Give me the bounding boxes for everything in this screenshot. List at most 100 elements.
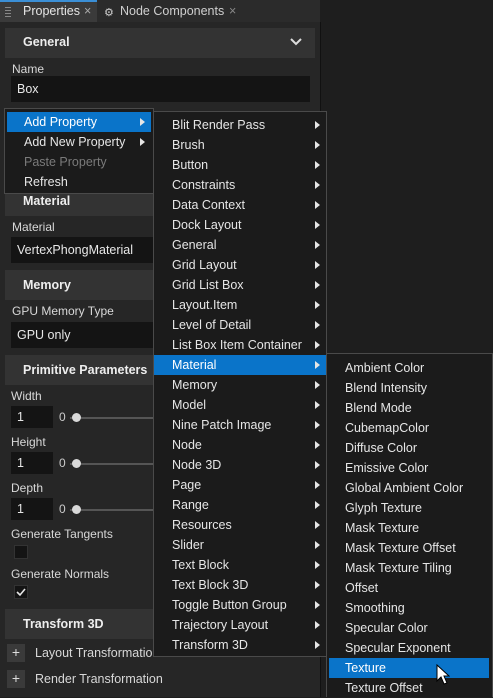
- material-property-blend-intensity[interactable]: Blend Intensity: [329, 378, 489, 398]
- category-item-toggle-button-group[interactable]: Toggle Button Group: [154, 595, 326, 615]
- material-property-label: Blend Mode: [345, 401, 412, 415]
- category-item-node[interactable]: Node: [154, 435, 326, 455]
- submenu-arrow-icon: [315, 121, 320, 129]
- category-item-grid-layout[interactable]: Grid Layout: [154, 255, 326, 275]
- category-item-slider[interactable]: Slider: [154, 535, 326, 555]
- depth-input[interactable]: 1: [11, 498, 53, 520]
- category-item-trajectory-layout[interactable]: Trajectory Layout: [154, 615, 326, 635]
- category-item-model[interactable]: Model: [154, 395, 326, 415]
- material-properties-menu: Ambient Color Blend Intensity Blend Mode Cu…: [326, 353, 493, 697]
- category-item-label: Layout.Item: [172, 298, 238, 312]
- category-item-label: Blit Render Pass: [172, 118, 266, 132]
- material-property-mask-texture[interactable]: Mask Texture: [329, 518, 489, 538]
- submenu-arrow-icon: [315, 181, 320, 189]
- category-item-label: Level of Detail: [172, 318, 252, 332]
- material-property-blend-mode[interactable]: Blend Mode: [329, 398, 489, 418]
- width-input[interactable]: 1: [11, 406, 53, 428]
- material-property-ambient-color[interactable]: Ambient Color: [329, 358, 489, 378]
- height-min-label: 0: [59, 456, 66, 470]
- submenu-arrow-icon: [315, 621, 320, 629]
- context-menu: Add Property Add New Property Paste Proper…: [4, 108, 154, 194]
- checkmark-icon: [16, 588, 26, 597]
- menu-item-add-property[interactable]: Add Property: [7, 112, 151, 132]
- category-item-label: Nine Patch Image: [172, 418, 272, 432]
- submenu-arrow-icon: [315, 261, 320, 269]
- height-slider[interactable]: [70, 463, 156, 465]
- expand-render-transformation-button[interactable]: +: [7, 670, 25, 688]
- tab-properties[interactable]: Properties ×: [0, 0, 97, 22]
- category-item-range[interactable]: Range: [154, 495, 326, 515]
- submenu-arrow-icon: [315, 281, 320, 289]
- node-components-icon: ⚙: [104, 7, 114, 19]
- submenu-arrow-icon: [315, 641, 320, 649]
- category-item-material[interactable]: Material: [154, 355, 326, 375]
- material-property-emissive-color[interactable]: Emissive Color: [329, 458, 489, 478]
- category-item-transform-3d[interactable]: Transform 3D: [154, 635, 326, 655]
- category-item-blit-render-pass[interactable]: Blit Render Pass: [154, 115, 326, 135]
- tab-node-components[interactable]: ⚙ Node Components ×: [100, 0, 250, 22]
- depth-min-label: 0: [59, 502, 66, 516]
- generate-normals-checkbox[interactable]: [14, 585, 28, 599]
- category-item-resources[interactable]: Resources: [154, 515, 326, 535]
- category-item-page[interactable]: Page: [154, 475, 326, 495]
- material-property-texture-offset[interactable]: Texture Offset: [329, 678, 489, 698]
- category-item-memory[interactable]: Memory: [154, 375, 326, 395]
- category-item-label: Memory: [172, 378, 218, 392]
- material-property-smoothing[interactable]: Smoothing: [329, 598, 489, 618]
- material-property-label: Mask Texture: [345, 521, 420, 535]
- category-item-general[interactable]: General: [154, 235, 326, 255]
- category-item-constraints[interactable]: Constraints: [154, 175, 326, 195]
- width-slider[interactable]: [70, 417, 156, 419]
- material-property-global-ambient-color[interactable]: Global Ambient Color: [329, 478, 489, 498]
- grip-icon: [5, 7, 11, 17]
- material-property-texture[interactable]: Texture: [329, 658, 489, 678]
- close-icon[interactable]: ×: [229, 0, 236, 22]
- height-input[interactable]: 1: [11, 452, 53, 474]
- material-property-mask-texture-tiling[interactable]: Mask Texture Tiling: [329, 558, 489, 578]
- expand-layout-transformation-button[interactable]: +: [7, 644, 25, 662]
- chevron-down-icon[interactable]: [289, 36, 303, 50]
- material-property-diffuse-color[interactable]: Diffuse Color: [329, 438, 489, 458]
- depth-slider-knob[interactable]: [72, 505, 81, 514]
- material-property-label: Texture Offset: [345, 681, 423, 695]
- category-item-brush[interactable]: Brush: [154, 135, 326, 155]
- material-property-glyph-texture[interactable]: Glyph Texture: [329, 498, 489, 518]
- depth-slider[interactable]: [70, 509, 156, 511]
- generate-tangents-checkbox[interactable]: [14, 545, 28, 559]
- height-slider-knob[interactable]: [72, 459, 81, 468]
- name-label: Name: [12, 62, 45, 76]
- submenu-arrow-icon: [315, 561, 320, 569]
- material-property-offset[interactable]: Offset: [329, 578, 489, 598]
- category-item-nine-patch-image[interactable]: Nine Patch Image: [154, 415, 326, 435]
- category-item-text-block[interactable]: Text Block: [154, 555, 326, 575]
- material-property-label: Specular Color: [345, 621, 428, 635]
- name-field[interactable]: Box: [11, 76, 310, 102]
- close-icon[interactable]: ×: [84, 2, 91, 21]
- material-property-mask-texture-offset[interactable]: Mask Texture Offset: [329, 538, 489, 558]
- menu-item-add-new-property[interactable]: Add New Property: [7, 132, 151, 152]
- submenu-arrow-icon: [315, 501, 320, 509]
- width-slider-knob[interactable]: [72, 413, 81, 422]
- category-item-label: Page: [172, 478, 202, 492]
- category-item-level-of-detail[interactable]: Level of Detail: [154, 315, 326, 335]
- category-item-dock-layout[interactable]: Dock Layout: [154, 215, 326, 235]
- category-item-list-box-item-container[interactable]: List Box Item Container: [154, 335, 326, 355]
- height-label: Height: [11, 435, 46, 449]
- gpu-memory-select[interactable]: GPU only: [11, 322, 156, 348]
- material-label: Material: [12, 220, 55, 234]
- category-item-label: Button: [172, 158, 209, 172]
- category-item-layout-item[interactable]: Layout.Item: [154, 295, 326, 315]
- category-item-data-context[interactable]: Data Context: [154, 195, 326, 215]
- material-property-cubemapcolor[interactable]: CubemapColor: [329, 418, 489, 438]
- category-item-text-block-3d[interactable]: Text Block 3D: [154, 575, 326, 595]
- material-property-specular-color[interactable]: Specular Color: [329, 618, 489, 638]
- category-item-grid-list-box[interactable]: Grid List Box: [154, 275, 326, 295]
- material-property-specular-exponent[interactable]: Specular Exponent: [329, 638, 489, 658]
- category-item-node-3d[interactable]: Node 3D: [154, 455, 326, 475]
- menu-item-label: Add Property: [24, 115, 97, 129]
- material-field[interactable]: VertexPhongMaterial: [11, 237, 156, 263]
- menu-item-refresh[interactable]: Refresh: [7, 172, 151, 192]
- tab-label: Node Components: [120, 4, 225, 18]
- section-general[interactable]: General: [5, 28, 315, 58]
- category-item-button[interactable]: Button: [154, 155, 326, 175]
